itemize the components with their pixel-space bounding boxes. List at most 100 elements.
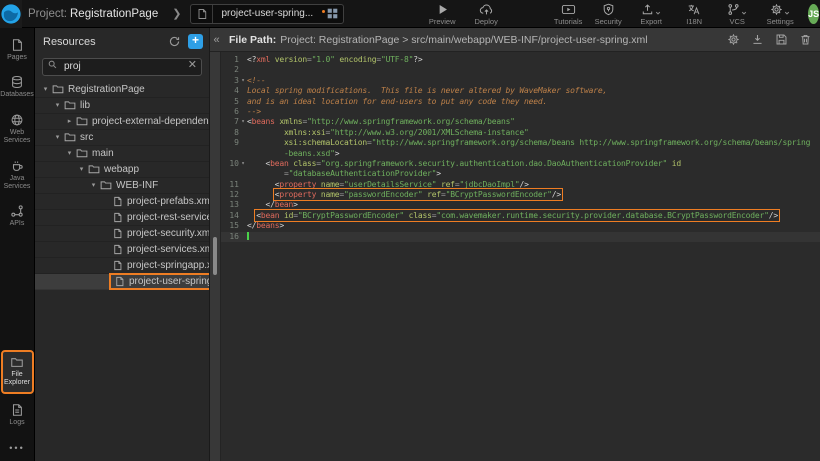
export-button[interactable]: Export: [631, 1, 671, 26]
tree-item-project-user-spring-xml[interactable]: project-user-spring.xml: [35, 274, 209, 290]
code-editor[interactable]: 1<?xml version="1.0" encoding="UTF-8"?>2…: [221, 52, 820, 461]
user-avatar[interactable]: JS: [808, 4, 819, 24]
rail-item-databases[interactable]: Databases: [1, 72, 34, 103]
code-line-12[interactable]: 12 <property name="passwordEncoder" ref=…: [221, 190, 820, 200]
gutter: 12: [221, 190, 247, 200]
code-line-1[interactable]: 1<?xml version="1.0" encoding="UTF-8"?>: [221, 55, 820, 65]
tree-chevron-icon[interactable]: ▾: [88, 181, 99, 189]
folder-icon: [76, 115, 88, 127]
resources-header: Resources +: [35, 28, 209, 55]
rail-item-java-services[interactable]: Java Services: [1, 156, 34, 196]
vcs-button[interactable]: VCS: [717, 1, 757, 26]
tree-item-project-rest-service-xml[interactable]: project-rest-service.xml: [35, 210, 209, 226]
code-line-13[interactable]: 13 </bean>: [221, 200, 820, 210]
project-name[interactable]: RegistrationPage: [70, 8, 158, 20]
refresh-icon[interactable]: [168, 35, 181, 48]
editor-header: « File Path:Project: RegistrationPage > …: [210, 28, 820, 52]
tree-chevron-icon[interactable]: ▸: [64, 117, 75, 125]
project-label: Project:: [28, 8, 67, 20]
wavemaker-logo[interactable]: [0, 0, 22, 28]
scrollbar-thumb[interactable]: [213, 237, 217, 275]
tree-item-registrationpage[interactable]: ▾RegistrationPage: [35, 82, 209, 98]
code-line-11[interactable]: 11 <property name="userDetailsService" r…: [221, 180, 820, 190]
gear-icon[interactable]: [727, 33, 740, 46]
tree-item-main[interactable]: ▾main: [35, 146, 209, 162]
rail-item-pages[interactable]: Pages: [1, 35, 34, 66]
settings-button[interactable]: Settings: [760, 1, 800, 26]
code-line-2[interactable]: 2: [221, 65, 820, 75]
file-path-value: Project: RegistrationPage > src/main/web…: [280, 34, 647, 46]
line-number: 15: [229, 221, 239, 231]
file-tab[interactable]: project-user-spring...: [190, 4, 344, 24]
file-icon: [112, 260, 123, 271]
resources-title: Resources: [43, 36, 96, 48]
tree-chevron-icon[interactable]: ▾: [40, 85, 51, 93]
clear-search-icon[interactable]: ✕: [188, 58, 197, 71]
tree-item-project-services-xml[interactable]: project-services.xml: [35, 242, 209, 258]
code-line-14[interactable]: 14 <bean id="BCryptPasswordEncoder" clas…: [221, 211, 820, 221]
code-line-6[interactable]: 6-->: [221, 107, 820, 117]
code-line-wrap[interactable]: -beans.xsd">: [221, 149, 820, 159]
collapse-panel-icon[interactable]: «: [210, 34, 223, 46]
tree-item-project-springapp-xml[interactable]: project-springapp.xml: [35, 258, 209, 274]
add-resource-button[interactable]: +: [188, 34, 203, 49]
editor-toolbar: [727, 33, 812, 46]
tree-item-project-external-dependency-jars[interactable]: ▸project-external-dependency-jars: [35, 114, 209, 130]
fold-spacer: [239, 97, 247, 107]
tree-item-lib[interactable]: ▾lib: [35, 98, 209, 114]
search-input[interactable]: [42, 58, 202, 76]
download-icon[interactable]: [751, 33, 764, 46]
line-number: 16: [229, 232, 239, 242]
api-icon: [10, 204, 24, 218]
code-line-5[interactable]: 5and is an ideal location for end-users …: [221, 97, 820, 107]
main-area: Pages Databases Web Services Java Services A…: [0, 28, 820, 461]
tree-item-web-inf[interactable]: ▾WEB-INF: [35, 178, 209, 194]
code-line-10[interactable]: 10▾ <bean class="org.springframework.sec…: [221, 159, 820, 169]
tree-item-webapp[interactable]: ▾webapp: [35, 162, 209, 178]
code-line-4[interactable]: 4Local spring modifications. This file i…: [221, 86, 820, 96]
line-number: 13: [229, 200, 239, 210]
selected-highlight-box: project-user-spring.xml: [111, 275, 209, 288]
gutter: [221, 149, 247, 159]
deploy-button[interactable]: Deploy: [466, 1, 506, 26]
chevron-down-icon: [741, 10, 747, 16]
tree-chevron-icon[interactable]: ▾: [52, 133, 63, 141]
tree-chevron-icon[interactable]: ▾: [76, 165, 87, 173]
top-bar: Project:RegistrationPage ❯ project-user-…: [0, 0, 820, 28]
code-line-15[interactable]: 15</beans>: [221, 221, 820, 231]
code-line-9[interactable]: 9 xsi:schemaLocation="http://www.springf…: [221, 138, 820, 148]
grid-icon[interactable]: [321, 8, 343, 19]
save-icon[interactable]: [775, 33, 788, 46]
database-icon: [10, 75, 24, 89]
code-line-wrap[interactable]: ="databaseAuthenticationProvider">: [221, 169, 820, 179]
tree-chevron-icon[interactable]: ▾: [52, 101, 63, 109]
i18n-button[interactable]: I18N: [674, 1, 714, 26]
folder-icon: [64, 131, 76, 143]
security-button[interactable]: Security: [588, 1, 628, 26]
fold-spacer: [239, 169, 247, 179]
code-line-3[interactable]: 3▾<!--: [221, 76, 820, 86]
chevron-right-icon: ❯: [172, 7, 181, 20]
rail-item-apis[interactable]: APIs: [1, 201, 34, 232]
code-line-8[interactable]: 8 xmlns:xsi="http://www.w3.org/2001/XMLS…: [221, 128, 820, 138]
gutter: 6: [221, 107, 247, 117]
fold-icon[interactable]: ▾: [239, 76, 247, 86]
preview-button[interactable]: Preview: [422, 1, 462, 26]
trash-icon[interactable]: [799, 33, 812, 46]
code-line-16[interactable]: 16: [221, 232, 820, 242]
tree-item-project-prefabs-xml[interactable]: project-prefabs.xml: [35, 194, 209, 210]
fold-icon[interactable]: ▾: [239, 159, 247, 169]
tree-chevron-icon[interactable]: ▾: [64, 149, 75, 157]
fold-spacer: [239, 221, 247, 231]
rail-item-logs[interactable]: Logs: [1, 400, 34, 431]
shield-icon: [602, 3, 615, 16]
tree-item-src[interactable]: ▾src: [35, 130, 209, 146]
tutorials-button[interactable]: Tutorials: [548, 1, 588, 26]
tree-item-project-security-xml[interactable]: project-security.xml: [35, 226, 209, 242]
text-cursor: [247, 232, 249, 241]
more-button[interactable]: •••: [9, 437, 24, 459]
fold-icon[interactable]: ▾: [239, 117, 247, 127]
rail-item-web-services[interactable]: Web Services: [1, 110, 34, 150]
rail-item-file-explorer[interactable]: File Explorer: [1, 350, 34, 394]
code-line-7[interactable]: 7▾<beans xmlns="http://www.springframewo…: [221, 117, 820, 127]
